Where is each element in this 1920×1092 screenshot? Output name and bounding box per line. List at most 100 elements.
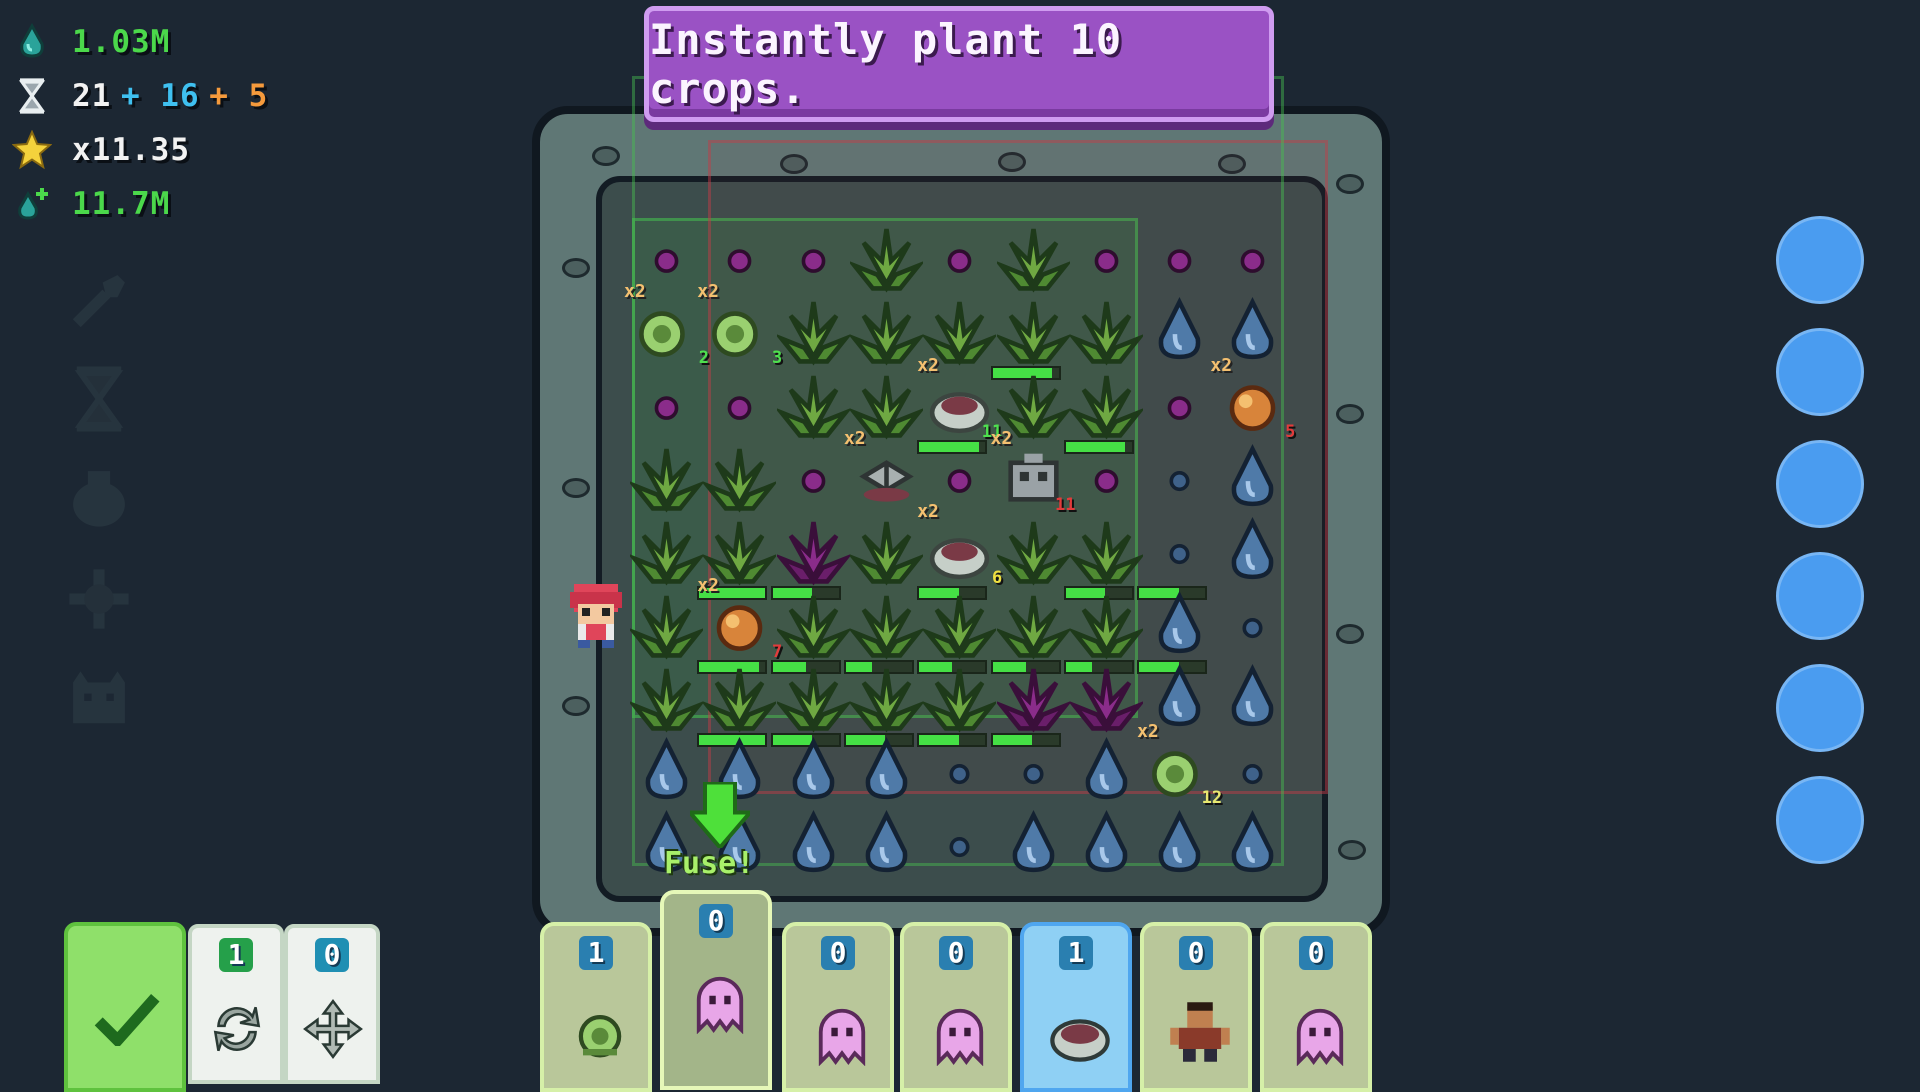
stone-sack-icon <box>1050 1019 1110 1062</box>
crop-plant[interactable] <box>990 587 1070 674</box>
seed-bag-icon[interactable] <box>62 460 136 534</box>
crop-plant[interactable] <box>1063 513 1143 601</box>
confirm-button[interactable] <box>64 922 186 1092</box>
dry-spot[interactable] <box>1216 733 1289 806</box>
water-drop[interactable] <box>850 806 923 879</box>
seed[interactable] <box>630 367 703 440</box>
hand-card-2[interactable]: 0 <box>660 890 772 1090</box>
crop-plant[interactable] <box>1069 293 1143 366</box>
crop-plant[interactable] <box>990 293 1070 381</box>
crop-plant[interactable] <box>776 367 850 440</box>
hand-card-3[interactable]: 0 <box>782 922 894 1092</box>
seed[interactable] <box>1216 220 1289 293</box>
circle-button-6[interactable] <box>1776 776 1864 864</box>
seed[interactable] <box>923 220 996 293</box>
dry-spot[interactable] <box>923 806 996 879</box>
multiplier-stat: x11.35 <box>12 128 190 172</box>
purple-crop[interactable] <box>770 513 850 601</box>
water-drop[interactable] <box>1216 806 1289 879</box>
crop-plant[interactable] <box>917 587 997 674</box>
dry-spot[interactable] <box>1143 440 1216 513</box>
hand-card-6[interactable]: 0 <box>1140 922 1252 1092</box>
water-drop-icon <box>20 22 44 58</box>
water-drop[interactable] <box>850 733 923 806</box>
crop-plant[interactable] <box>630 587 703 660</box>
move-card[interactable]: 0 <box>284 924 380 1084</box>
crop-plant[interactable] <box>843 587 923 674</box>
dry-spot[interactable] <box>1137 513 1216 601</box>
water-drop[interactable] <box>777 806 850 879</box>
crop-plant[interactable] <box>996 513 1070 586</box>
hand-card-7[interactable]: 0 <box>1260 922 1372 1092</box>
dry-spot[interactable] <box>923 733 996 806</box>
hand-card-4[interactable]: 0 <box>900 922 1012 1092</box>
hand-card-5[interactable]: 1 <box>1020 922 1132 1092</box>
hand-card-1[interactable]: 1 <box>540 922 652 1092</box>
water-drop[interactable] <box>1070 733 1143 806</box>
crop-plant[interactable] <box>849 513 923 586</box>
crop-plant[interactable] <box>770 587 850 674</box>
crop-plant[interactable] <box>776 293 850 366</box>
hourglass-tool-icon[interactable] <box>62 362 136 436</box>
dry-spot[interactable] <box>997 733 1070 806</box>
water-drop[interactable] <box>997 806 1070 879</box>
crop-plant[interactable] <box>770 660 850 747</box>
crop-plant[interactable] <box>630 440 703 513</box>
water-drop[interactable] <box>1216 513 1289 586</box>
shovel-icon[interactable] <box>62 264 136 338</box>
bonus-multiplier: x2 <box>697 574 719 596</box>
bonus-sprout[interactable]: x2 12 <box>1137 721 1222 808</box>
bonus-sprout[interactable]: x2 2 <box>624 281 709 368</box>
circle-button-3[interactable] <box>1776 440 1864 528</box>
monster-icon[interactable] <box>62 664 136 738</box>
farmer-character[interactable] <box>562 580 630 652</box>
bonus-stone[interactable]: x2 6 <box>917 501 1002 601</box>
water-drop[interactable] <box>1137 587 1216 674</box>
bonus-stone[interactable]: x2 11 <box>917 355 1002 454</box>
crop-plant[interactable] <box>697 660 777 747</box>
circle-button-5[interactable] <box>1776 664 1864 752</box>
water-drop[interactable] <box>1143 293 1216 366</box>
reroll-card[interactable]: 1 <box>188 924 284 1084</box>
crop-plant[interactable] <box>703 440 777 513</box>
water-amount: 1.03M <box>72 24 171 60</box>
bonus-metal[interactable]: x2 <box>844 428 923 513</box>
seed[interactable] <box>1070 440 1143 513</box>
circle-button-2[interactable] <box>1776 328 1864 416</box>
bonus-robot[interactable]: x2 11 <box>991 428 1076 515</box>
crop-plant[interactable] <box>630 660 703 733</box>
water-drop[interactable] <box>1143 806 1216 879</box>
crop-plant[interactable] <box>996 220 1070 293</box>
circle-button-4[interactable] <box>1776 552 1864 640</box>
crop-plant[interactable] <box>917 660 997 747</box>
star-icon <box>12 130 52 170</box>
crop-plant[interactable] <box>630 513 703 586</box>
crop-plant[interactable] <box>849 220 923 293</box>
water-drop[interactable] <box>777 733 850 806</box>
bonus-sprout[interactable]: x2 3 <box>697 281 782 368</box>
bonus-orb[interactable]: x2 5 <box>1210 355 1295 442</box>
pink-ghost-icon <box>936 1008 984 1066</box>
circle-button-1[interactable] <box>1776 216 1864 304</box>
purple-crop[interactable] <box>1069 660 1143 733</box>
seed[interactable] <box>703 367 776 440</box>
border-rock <box>1338 840 1366 860</box>
seed[interactable] <box>1070 220 1143 293</box>
crosshair-icon[interactable] <box>62 562 136 636</box>
water-drop[interactable] <box>1070 806 1143 879</box>
dry-spot[interactable] <box>1216 587 1289 660</box>
seed[interactable] <box>777 220 850 293</box>
seed[interactable] <box>777 440 850 513</box>
purple-crop[interactable] <box>990 660 1070 747</box>
water-drop[interactable] <box>1216 660 1289 733</box>
bonus-orb[interactable]: x2 7 <box>697 575 782 674</box>
crop-plant[interactable] <box>843 660 923 747</box>
crop-plant[interactable] <box>1063 587 1143 674</box>
seed[interactable] <box>1143 367 1216 440</box>
card-count: 1 <box>579 936 613 970</box>
water-drop[interactable] <box>1216 440 1289 513</box>
crop-plant[interactable] <box>1063 367 1143 454</box>
brawler-icon <box>1170 1002 1230 1062</box>
seed[interactable] <box>1143 220 1216 293</box>
crop-plant[interactable] <box>849 293 923 366</box>
